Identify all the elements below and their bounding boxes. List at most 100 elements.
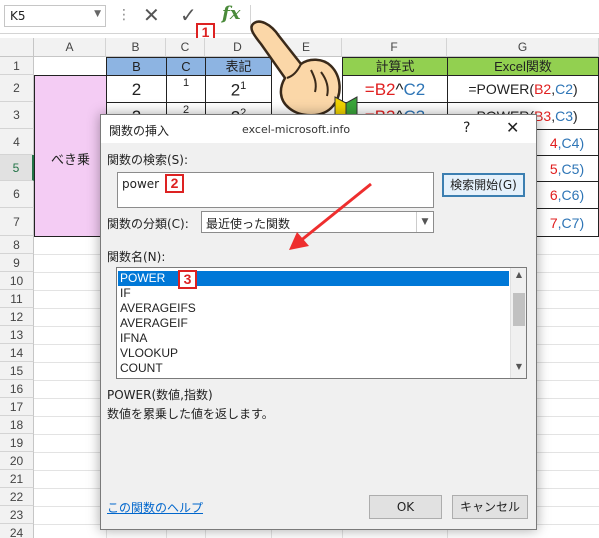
cell-a-beki[interactable]: べき乗 <box>34 75 107 237</box>
formula-g2-close: ) <box>572 81 578 97</box>
row-header-15[interactable]: 15 <box>0 362 34 380</box>
header-b: B <box>132 59 141 74</box>
step-badge-2: 2 <box>165 174 184 193</box>
row-header-16[interactable]: 16 <box>0 380 34 398</box>
enter-icon[interactable]: ✓ <box>180 3 197 27</box>
select-all-corner[interactable] <box>0 38 34 57</box>
row-header-13[interactable]: 13 <box>0 326 34 344</box>
row-header-23[interactable]: 23 <box>0 506 34 524</box>
cell-g6[interactable]: 6,C6) <box>536 181 599 209</box>
cell-c2[interactable]: 1 <box>166 75 206 103</box>
row-header-1[interactable]: 1 <box>0 57 34 75</box>
row-header-18[interactable]: 18 <box>0 416 34 434</box>
row-header-24[interactable]: 24 <box>0 524 34 538</box>
row-header-11[interactable]: 11 <box>0 290 34 308</box>
function-signature: POWER(数値,指数) <box>107 388 213 402</box>
row-header-2[interactable]: 2 <box>0 75 34 102</box>
formula-g5-tail: ,C5) <box>557 161 585 177</box>
cell-g5[interactable]: 5,C5) <box>536 155 599 182</box>
row-header-21[interactable]: 21 <box>0 470 34 488</box>
value-b2: 2 <box>131 80 142 99</box>
list-item[interactable]: AVERAGEIFS <box>118 301 509 316</box>
chevron-down-icon[interactable]: ▼ <box>416 212 433 232</box>
formula-f2-ref1: B2 <box>374 80 396 99</box>
row-header-10[interactable]: 10 <box>0 272 34 290</box>
formula-g7-ref1: 7 <box>549 215 558 231</box>
formula-g6-tail: ,C6) <box>557 187 585 203</box>
list-item[interactable]: AVERAGEIF <box>118 316 509 331</box>
row-header-20[interactable]: 20 <box>0 452 34 470</box>
list-item[interactable]: COUNT <box>118 361 509 376</box>
name-box[interactable]: K5 ▼ <box>4 5 106 27</box>
header-c: C <box>181 59 191 74</box>
row-header-3[interactable]: 3 <box>0 102 34 129</box>
cell-f1[interactable]: 計算式 <box>342 57 448 76</box>
column-header-f[interactable]: F <box>342 38 447 57</box>
cell-g2[interactable]: =POWER(B2,C2) <box>447 75 599 103</box>
scroll-thumb[interactable] <box>513 293 525 326</box>
formula-f2-eq: = <box>364 80 375 99</box>
column-header-c[interactable]: C <box>166 38 205 57</box>
formula-g2-ref1: B2 <box>534 81 552 97</box>
ok-button[interactable]: OK <box>369 495 442 519</box>
function-description: 数値を累乗した値を返します。 <box>107 407 274 421</box>
formula-g3-close: ) <box>572 108 578 124</box>
header-f: 計算式 <box>375 59 415 74</box>
category-label: 関数の分類(C): <box>107 217 189 231</box>
row-header-14[interactable]: 14 <box>0 344 34 362</box>
arrow-icon <box>289 182 372 250</box>
formula-g6-ref1: 6 <box>549 187 558 203</box>
watermark: excel-microsoft.info <box>242 123 351 136</box>
row-header-9[interactable]: 9 <box>0 254 34 272</box>
function-help-link[interactable]: この関数のヘルプ <box>107 499 203 516</box>
cell-c1[interactable]: C <box>166 57 206 76</box>
cell-b2[interactable]: 2 <box>106 75 167 103</box>
row-header-4[interactable]: 4 <box>0 129 34 155</box>
formula-g4-tail: ,C4) <box>557 135 585 151</box>
row-header-12[interactable]: 12 <box>0 308 34 326</box>
formula-g2-ref2: C2 <box>555 81 573 97</box>
chevron-down-icon[interactable]: ▼ <box>94 9 101 19</box>
cell-g4[interactable]: 4,C4) <box>536 129 599 156</box>
row-header-6[interactable]: 6 <box>0 181 34 208</box>
list-item[interactable]: VLOOKUP <box>118 346 509 361</box>
list-item[interactable]: IFNA <box>118 331 509 346</box>
row-header-5[interactable]: 5 <box>0 155 34 181</box>
cancel-icon[interactable]: ✕ <box>143 3 160 27</box>
list-item[interactable]: IF <box>118 286 509 301</box>
row-header-7[interactable]: 7 <box>0 208 34 236</box>
row-header-8[interactable]: 8 <box>0 236 34 254</box>
scroll-up-icon[interactable]: ▲ <box>511 270 527 284</box>
search-label: 関数の検索(S): <box>107 153 189 167</box>
label-bekijo: べき乗 <box>50 152 90 167</box>
search-button[interactable]: 検索開始(G) <box>442 173 525 197</box>
cancel-button[interactable]: キャンセル <box>452 495 528 519</box>
help-icon[interactable]: ? <box>463 120 470 136</box>
function-list-label: 関数名(N): <box>107 250 166 264</box>
dialog-title: 関数の挿入 <box>109 124 170 138</box>
column-header-b[interactable]: B <box>106 38 166 57</box>
cell-g1[interactable]: Excel関数 <box>447 57 599 76</box>
formula-g5-ref1: 5 <box>549 161 558 177</box>
cell-g7[interactable]: 7,C7) <box>536 208 599 237</box>
grip-icon: ⋮ <box>117 7 131 23</box>
row-header-19[interactable]: 19 <box>0 434 34 452</box>
cell-b1[interactable]: B <box>106 57 167 76</box>
column-header-a[interactable]: A <box>34 38 106 57</box>
header-g: Excel関数 <box>494 59 552 74</box>
formula-f2-ref2: C2 <box>403 80 426 99</box>
formula-g4-ref1: 4 <box>549 135 558 151</box>
insert-function-icon[interactable]: fx <box>222 3 240 24</box>
column-header-g[interactable]: G <box>447 38 599 57</box>
scroll-down-icon[interactable]: ▼ <box>511 362 527 376</box>
search-value: power <box>122 177 160 191</box>
list-scrollbar[interactable]: ▲ ▼ <box>510 268 526 378</box>
category-value: 最近使った関数 <box>206 217 291 231</box>
list-item[interactable]: POWER <box>118 271 509 286</box>
step-badge-3: 3 <box>178 270 197 289</box>
row-header-17[interactable]: 17 <box>0 398 34 416</box>
row-header-22[interactable]: 22 <box>0 488 34 506</box>
base-d2: 2 <box>230 80 241 100</box>
name-box-value: K5 <box>10 9 26 23</box>
close-icon[interactable]: ✕ <box>506 118 519 137</box>
